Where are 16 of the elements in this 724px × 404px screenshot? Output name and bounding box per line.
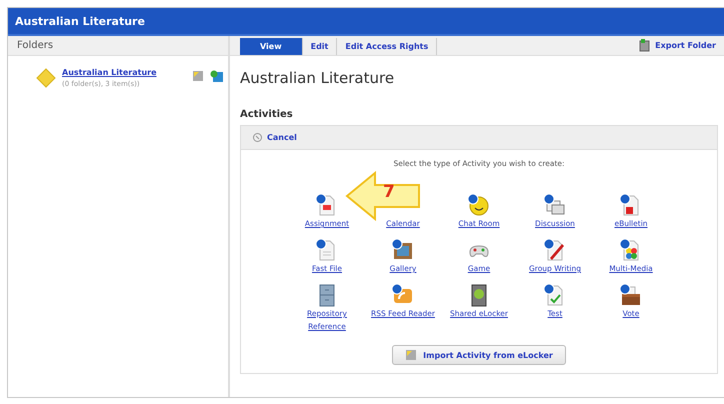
- import-icon: [192, 70, 204, 82]
- import-icon: [405, 349, 418, 361]
- section-title: Activities: [240, 109, 294, 120]
- callout-arrow-icon: [345, 171, 423, 221]
- tab[interactable]: View: [240, 38, 303, 55]
- cancel-icon: [253, 133, 262, 142]
- page-title: Australian Literature: [240, 69, 396, 87]
- callout-number: 7: [383, 182, 395, 202]
- window-title: Australian Literature: [15, 14, 145, 28]
- export-icon: [639, 39, 650, 52]
- export-folder-button[interactable]: Export Folder: [639, 39, 716, 52]
- sidebar-header: Folders: [8, 36, 228, 56]
- import-activity-button[interactable]: Import Activity from eLocker: [392, 345, 566, 365]
- folder-link[interactable]: Australian Literature: [62, 68, 182, 77]
- cancel-link[interactable]: Cancel: [267, 133, 297, 142]
- folder-diamond-icon: [36, 68, 56, 88]
